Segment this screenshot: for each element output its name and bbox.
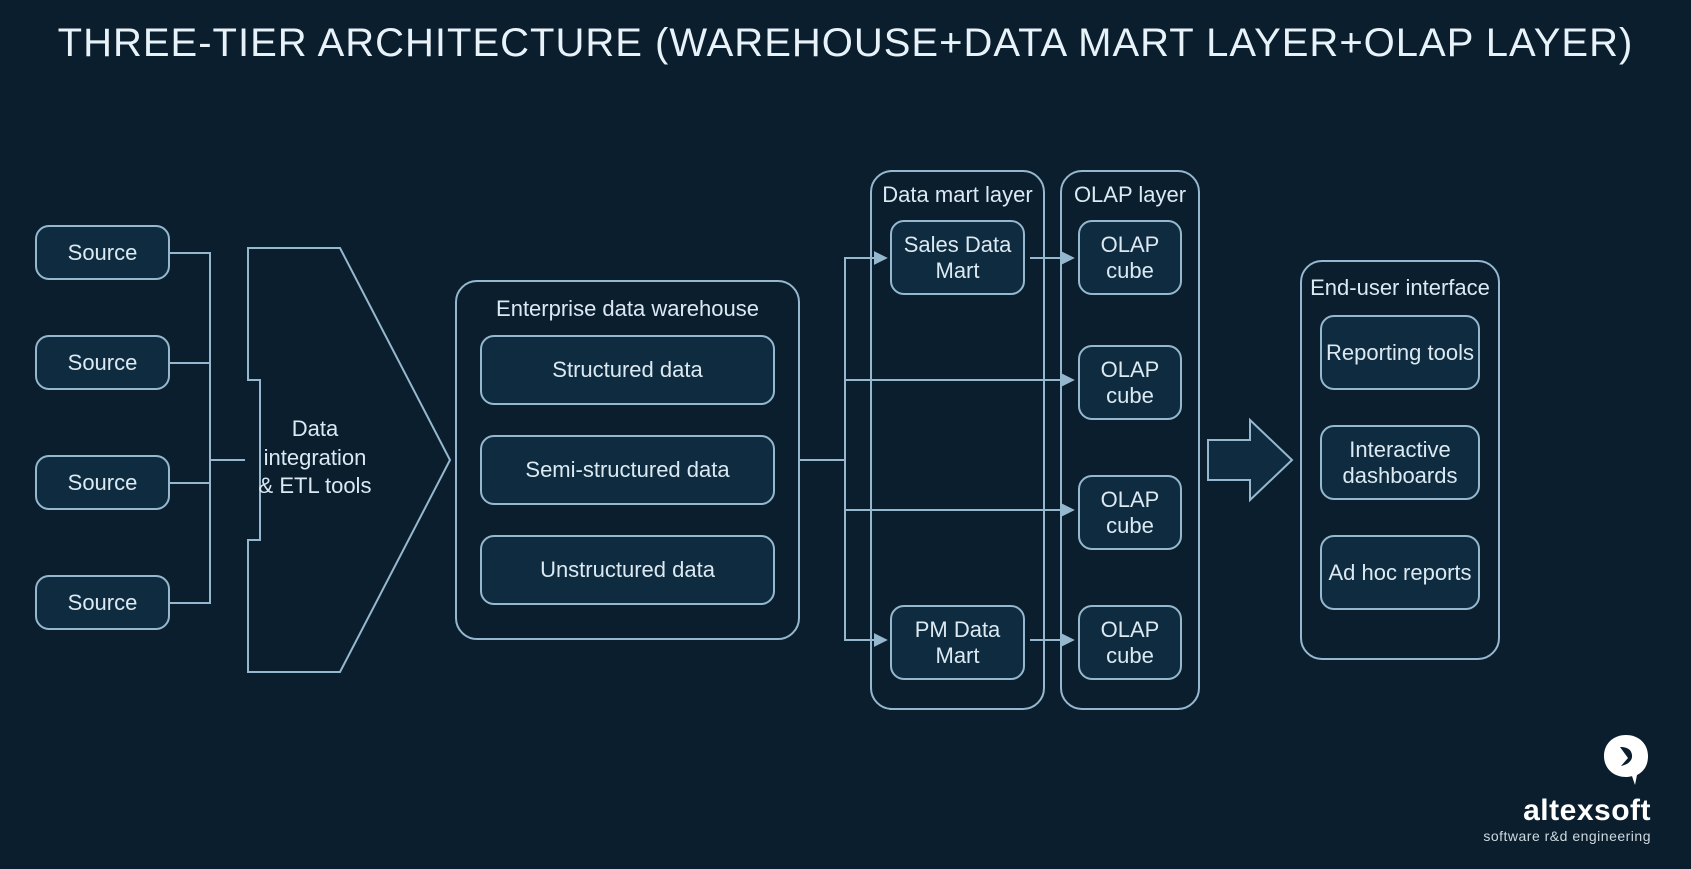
olap-to-enduser-arrow [1208, 420, 1292, 500]
enduser-title: End-user interface [1300, 275, 1500, 301]
olap-cube-3: OLAP cube [1078, 475, 1182, 550]
brand-mark-icon [1483, 733, 1651, 792]
etl-label: Data integration & ETL tools [250, 415, 380, 501]
warehouse-unstructured: Unstructured data [480, 535, 775, 605]
etl-label-line3: & ETL tools [259, 473, 372, 498]
enduser-adhoc: Ad hoc reports [1320, 535, 1480, 610]
datamart-sales: Sales Data Mart [890, 220, 1025, 295]
olap-title: OLAP layer [1060, 182, 1200, 208]
etl-label-line1: Data [292, 416, 338, 441]
source-3: Source [35, 455, 170, 510]
diagram-title: THREE-TIER ARCHITECTURE (WAREHOUSE+DATA … [0, 18, 1691, 68]
warehouse-title: Enterprise data warehouse [455, 296, 800, 322]
brand-name: altexsoft [1483, 794, 1651, 828]
etl-label-line2: integration [264, 445, 367, 470]
brand-logo: altexsoft software r&d engineering [1483, 733, 1651, 844]
warehouse-semi: Semi-structured data [480, 435, 775, 505]
brand-tagline: software r&d engineering [1483, 828, 1651, 844]
olap-cube-2: OLAP cube [1078, 345, 1182, 420]
olap-cube-1: OLAP cube [1078, 220, 1182, 295]
source-2: Source [35, 335, 170, 390]
source-4: Source [35, 575, 170, 630]
source-1: Source [35, 225, 170, 280]
datamart-pm: PM Data Mart [890, 605, 1025, 680]
datamart-title: Data mart layer [870, 182, 1045, 208]
enduser-reporting: Reporting tools [1320, 315, 1480, 390]
enduser-dashboards: Interactive dashboards [1320, 425, 1480, 500]
warehouse-structured: Structured data [480, 335, 775, 405]
olap-cube-4: OLAP cube [1078, 605, 1182, 680]
